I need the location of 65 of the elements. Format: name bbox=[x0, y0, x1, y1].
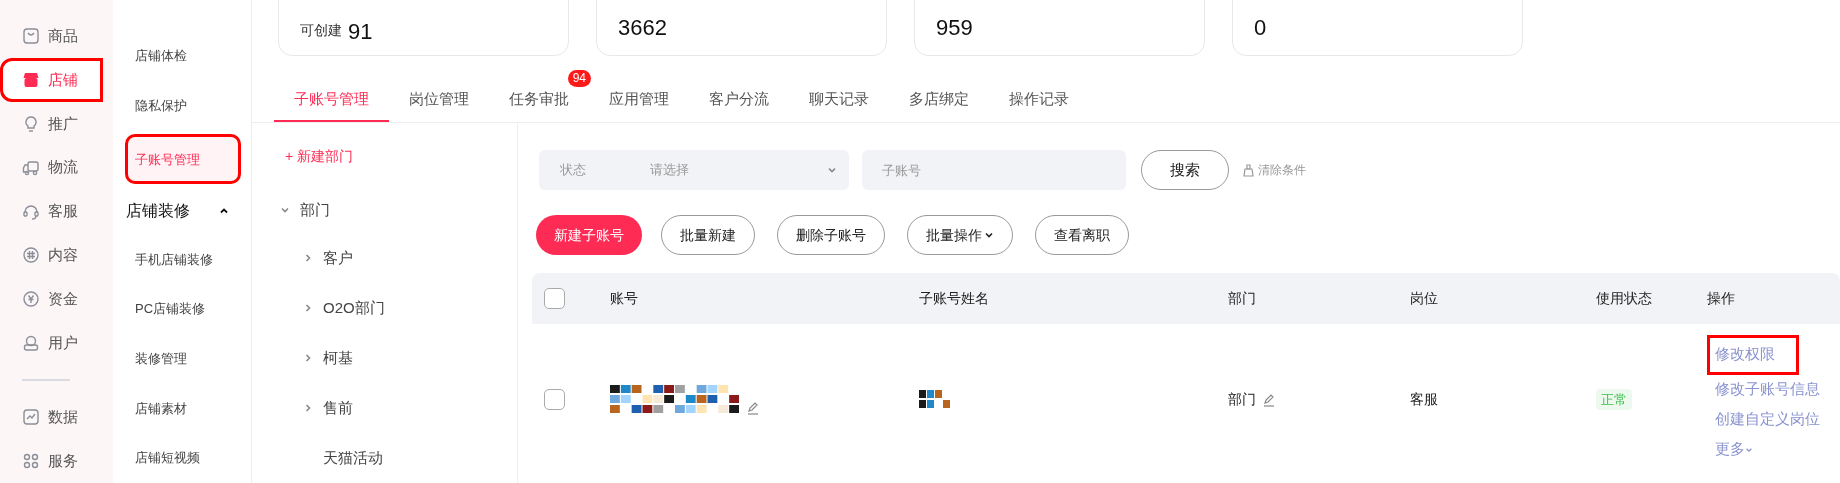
pencil-icon bbox=[746, 400, 760, 415]
column-header: 账号 bbox=[610, 290, 638, 306]
redacted-drawing bbox=[919, 389, 951, 410]
nav-item[interactable]: 店铺 bbox=[0, 57, 103, 102]
lightbulb-icon bbox=[22, 114, 40, 133]
checkbox[interactable] bbox=[544, 288, 565, 309]
user-icon bbox=[22, 334, 40, 353]
tree-node[interactable]: 部门 bbox=[300, 198, 330, 222]
hash-icon bbox=[22, 246, 40, 265]
nav-item[interactable]: 服务 bbox=[0, 439, 113, 483]
tree-node[interactable]: 售前 bbox=[323, 396, 353, 420]
tab[interactable]: 操作记录 bbox=[989, 79, 1089, 122]
nav-item[interactable]: 商品 bbox=[0, 14, 113, 58]
pencil-icon bbox=[1262, 392, 1276, 407]
grid-icon bbox=[22, 452, 40, 471]
tree-node[interactable]: O2O部门 bbox=[323, 296, 385, 320]
submenu-item[interactable]: PC店铺装修 bbox=[113, 284, 251, 334]
stat-value: 0 bbox=[1254, 17, 1267, 39]
column-header: 使用状态 bbox=[1596, 290, 1652, 306]
column-header: 部门 bbox=[1228, 290, 1256, 306]
headset-icon bbox=[22, 202, 40, 221]
chevron-down-icon bbox=[827, 165, 837, 175]
account-field[interactable]: 子账号 bbox=[862, 150, 1126, 190]
table-cell-text: 部门 bbox=[1228, 390, 1256, 409]
action-button[interactable]: 新建子账号 bbox=[536, 215, 642, 255]
nav-item[interactable]: 数据 bbox=[0, 395, 113, 440]
bag-icon bbox=[22, 26, 40, 45]
yen-icon bbox=[22, 290, 40, 309]
nav-item[interactable]: 推广 bbox=[0, 101, 113, 146]
submenu-item[interactable]: 隐私保护 bbox=[113, 81, 251, 132]
submenu-item[interactable]: 店铺体检 bbox=[113, 31, 251, 82]
tree-node[interactable]: 客户 bbox=[323, 246, 353, 270]
stat-value: 959 bbox=[936, 17, 973, 39]
stat-value: 3662 bbox=[618, 17, 667, 39]
tree-node[interactable]: 柯基 bbox=[323, 346, 353, 370]
new-department-link[interactable]: + 新建部门 bbox=[280, 143, 517, 169]
tab[interactable]: 聊天记录 bbox=[789, 79, 889, 122]
nav-item[interactable]: 资金 bbox=[0, 277, 113, 322]
nav-item[interactable]: 客服 bbox=[0, 189, 113, 234]
store-icon bbox=[22, 70, 40, 89]
tree-node[interactable]: 天猫活动 bbox=[323, 446, 383, 470]
table-cell: 客服 bbox=[1410, 391, 1438, 407]
column-header: 岗位 bbox=[1410, 290, 1438, 306]
submenu-item[interactable]: 装修管理 bbox=[113, 334, 251, 384]
stat-label: 可创建 bbox=[300, 21, 342, 40]
nav-item[interactable]: 内容 bbox=[0, 233, 113, 278]
truck-icon bbox=[22, 158, 40, 177]
chart-icon bbox=[22, 408, 40, 427]
submenu-item[interactable]: 手机店铺装修 bbox=[113, 234, 251, 285]
submenu-item[interactable]: 店铺短视频 bbox=[113, 433, 251, 483]
tab[interactable]: 子账号管理 bbox=[274, 79, 389, 122]
tab[interactable]: 多店绑定 bbox=[889, 79, 989, 122]
status-badge: 正常 bbox=[1596, 389, 1632, 410]
column-header: 子账号姓名 bbox=[919, 290, 989, 306]
column-header: 操作 bbox=[1707, 290, 1735, 306]
nav-item[interactable]: 物流 bbox=[0, 145, 113, 190]
tab[interactable]: 客户分流 bbox=[689, 79, 789, 122]
checkbox[interactable] bbox=[544, 389, 565, 410]
tab[interactable]: 岗位管理 bbox=[389, 79, 489, 122]
count-badge: 94 bbox=[567, 70, 591, 87]
stat-value: 91 bbox=[348, 21, 373, 43]
submenu-item[interactable]: 店铺素材 bbox=[113, 383, 251, 434]
nav-item[interactable]: 用户 bbox=[0, 321, 113, 366]
tab[interactable]: 应用管理 bbox=[589, 79, 689, 122]
submenu-group-header[interactable]: 店铺装修 bbox=[113, 187, 251, 235]
